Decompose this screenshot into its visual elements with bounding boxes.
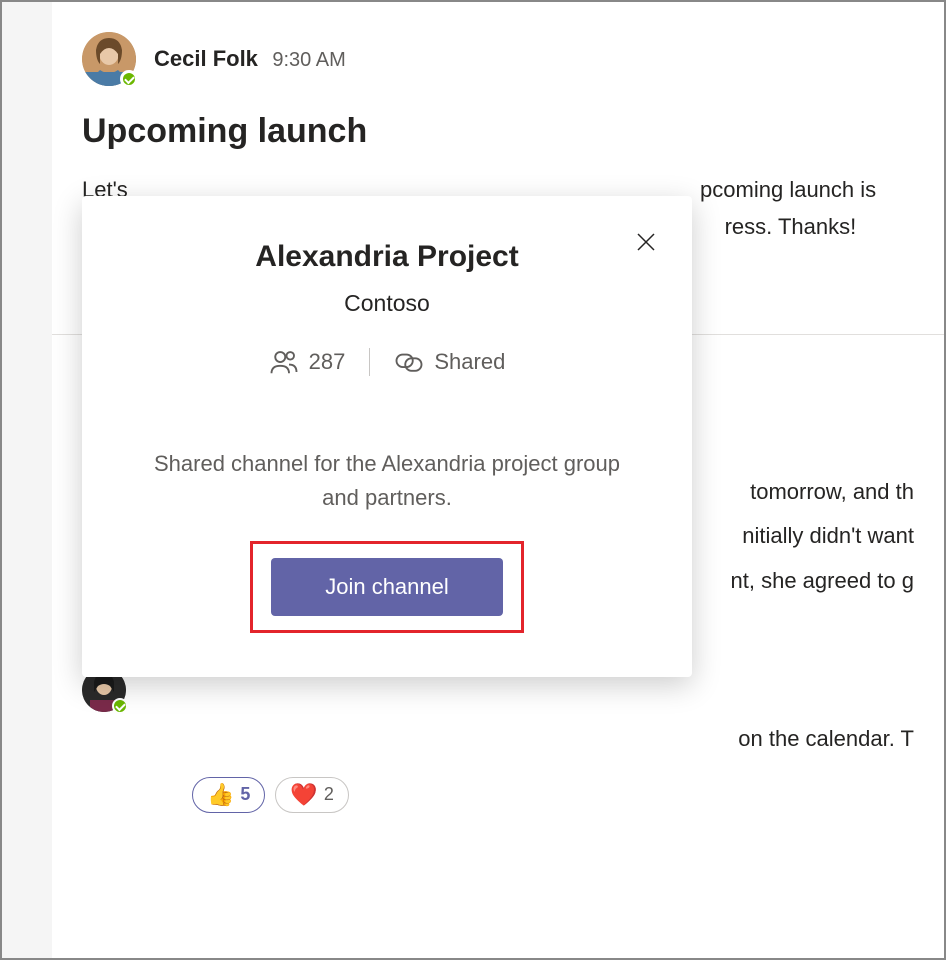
post-header: Cecil Folk 9:30 AM [82, 32, 914, 86]
reaction-count: 2 [324, 784, 334, 805]
reply-text-fragment: tomorrow, and th [750, 479, 914, 504]
join-channel-button[interactable]: Join channel [271, 558, 503, 616]
reply-text-fragment: nitially didn't want [742, 523, 914, 548]
reply-text-fragment: on the calendar. T [738, 726, 914, 751]
post-body-fragment: pcoming launch is [700, 177, 876, 202]
org-name: Contoso [132, 290, 642, 317]
reaction-heart[interactable]: ❤️ 2 [275, 777, 348, 813]
reply-reactions: 👍 5 ❤️ 2 [52, 777, 944, 813]
presence-available-icon [112, 698, 128, 714]
highlight-annotation: Join channel [250, 541, 524, 633]
reply-body: on the calendar. T [52, 720, 944, 759]
channel-meta: 287 Shared [132, 347, 642, 377]
close-button[interactable] [632, 228, 660, 256]
shared-indicator: Shared [394, 347, 505, 377]
channel-description: Shared channel for the Alexandria projec… [132, 447, 642, 515]
thumbsup-icon: 👍 [207, 782, 234, 808]
member-count-value: 287 [309, 349, 346, 375]
shared-label: Shared [434, 349, 505, 375]
people-icon [269, 347, 299, 377]
author-avatar-wrap[interactable] [82, 32, 136, 86]
post-timestamp: 9:30 AM [272, 49, 345, 71]
post-body-fragment: ress. Thanks! [725, 214, 857, 239]
channel-info-popover: Alexandria Project Contoso 287 Shared Sh… [82, 196, 692, 677]
presence-available-icon [120, 70, 138, 88]
author-line: Cecil Folk 9:30 AM [154, 46, 346, 72]
separator [369, 348, 370, 376]
author-name[interactable]: Cecil Folk [154, 46, 258, 71]
post-title: Upcoming launch [82, 112, 914, 151]
shared-channel-icon [394, 347, 424, 377]
channel-name: Alexandria Project [132, 240, 642, 274]
reply-text-fragment: nt, she agreed to g [731, 568, 914, 593]
member-count: 287 [269, 347, 346, 377]
reaction-count: 5 [240, 784, 250, 805]
reaction-thumbsup[interactable]: 👍 5 [192, 777, 265, 813]
heart-icon: ❤️ [290, 782, 317, 808]
close-icon [634, 230, 658, 254]
